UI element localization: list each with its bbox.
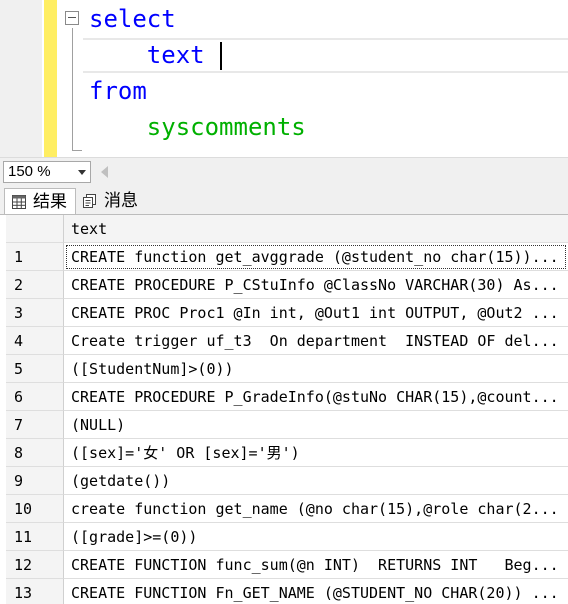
row-number[interactable]: 1 <box>6 243 64 271</box>
table-row[interactable]: 7 (NULL) <box>0 411 568 439</box>
text-caret <box>220 42 222 70</box>
table-row[interactable]: 1 CREATE function get_avggrade (@student… <box>0 243 568 271</box>
tab-results[interactable]: 结果 <box>4 188 76 214</box>
table-cell[interactable]: CREATE PROC Proc1 @In int, @Out1 int OUT… <box>64 299 568 327</box>
table-cell[interactable]: create function get_name (@no char(15),@… <box>64 495 568 523</box>
collapse-region-icon[interactable] <box>65 11 79 25</box>
table-row[interactable]: 2 CREATE PROCEDURE P_CStuInfo @ClassNo V… <box>0 271 568 299</box>
row-number[interactable]: 9 <box>6 467 64 495</box>
table-row[interactable]: 13 CREATE FUNCTION Fn_GET_NAME (@STUDENT… <box>0 579 568 604</box>
zoom-level-dropdown[interactable]: 150 % <box>3 161 91 183</box>
table-cell[interactable]: Create trigger uf_t3 On department INSTE… <box>64 327 568 355</box>
row-number[interactable]: 13 <box>6 579 64 604</box>
outline-line-end <box>72 150 82 151</box>
table-cell[interactable]: CREATE function get_avggrade (@student_n… <box>64 243 568 271</box>
table-row[interactable]: 10 create function get_name (@no char(15… <box>0 495 568 523</box>
table-row[interactable]: 11 ([grade]>=(0)) <box>0 523 568 551</box>
table-cell[interactable]: CREATE PROCEDURE P_GradeInfo(@stuNo CHAR… <box>64 383 568 411</box>
row-number[interactable]: 6 <box>6 383 64 411</box>
row-number[interactable]: 7 <box>6 411 64 439</box>
outline-line <box>72 28 73 150</box>
editor-status-bar: 150 % <box>0 157 568 185</box>
tab-messages[interactable]: 消息 <box>76 188 144 214</box>
modified-lines-indicator <box>44 0 57 157</box>
messages-icon <box>83 194 96 208</box>
table-row[interactable]: 12 CREATE FUNCTION func_sum(@n INT) RETU… <box>0 551 568 579</box>
row-number[interactable]: 12 <box>6 551 64 579</box>
table-cell[interactable]: CREATE PROCEDURE P_CStuInfo @ClassNo VAR… <box>64 271 568 299</box>
row-number[interactable]: 5 <box>6 355 64 383</box>
tab-results-label: 结果 <box>33 192 67 211</box>
table-row[interactable]: 4 Create trigger uf_t3 On department INS… <box>0 327 568 355</box>
row-number[interactable]: 10 <box>6 495 64 523</box>
table-cell[interactable]: ([grade]>=(0)) <box>64 523 568 551</box>
zoom-level-value: 150 % <box>8 163 51 180</box>
table-row[interactable]: 8 ([sex]='女' OR [sex]='男') <box>0 439 568 467</box>
row-number[interactable]: 3 <box>6 299 64 327</box>
table-row[interactable]: 3 CREATE PROC Proc1 @In int, @Out1 int O… <box>0 299 568 327</box>
column-header-text[interactable]: text <box>64 215 568 243</box>
tab-messages-label: 消息 <box>104 191 138 210</box>
table-cell[interactable]: ([StudentNum]>(0)) <box>64 355 568 383</box>
table-cell[interactable]: CREATE FUNCTION Fn_GET_NAME (@STUDENT_NO… <box>64 579 568 604</box>
table-cell[interactable]: ([sex]='女' OR [sex]='男') <box>64 439 568 467</box>
line-number-gutter <box>0 0 42 157</box>
row-number[interactable]: 4 <box>6 327 64 355</box>
row-number[interactable]: 2 <box>6 271 64 299</box>
table-cell[interactable]: (getdate()) <box>64 467 568 495</box>
grid-corner-cell[interactable] <box>6 215 64 243</box>
table-cell[interactable]: (NULL) <box>64 411 568 439</box>
code-line-from[interactable]: from <box>89 73 147 109</box>
chevron-down-icon <box>78 170 86 175</box>
table-row[interactable]: 9 (getdate()) <box>0 467 568 495</box>
grid-icon <box>12 195 26 209</box>
table-cell[interactable]: CREATE FUNCTION func_sum(@n INT) RETURNS… <box>64 551 568 579</box>
code-line-text[interactable]: text <box>89 37 205 73</box>
code-line-syscomments[interactable]: syscomments <box>89 109 306 145</box>
query-editor[interactable]: select text from syscomments <box>0 0 568 157</box>
row-number[interactable]: 11 <box>6 523 64 551</box>
table-row[interactable]: 6 CREATE PROCEDURE P_GradeInfo(@stuNo CH… <box>0 383 568 411</box>
row-number[interactable]: 8 <box>6 439 64 467</box>
result-tabs: 结果 消息 <box>0 185 568 215</box>
code-line-select[interactable]: select <box>89 1 176 37</box>
results-grid[interactable]: text 1 CREATE function get_avggrade (@st… <box>0 215 568 604</box>
scroll-left-arrow-icon[interactable] <box>101 166 108 178</box>
grid-header-row: text <box>0 215 568 243</box>
table-row[interactable]: 5 ([StudentNum]>(0)) <box>0 355 568 383</box>
